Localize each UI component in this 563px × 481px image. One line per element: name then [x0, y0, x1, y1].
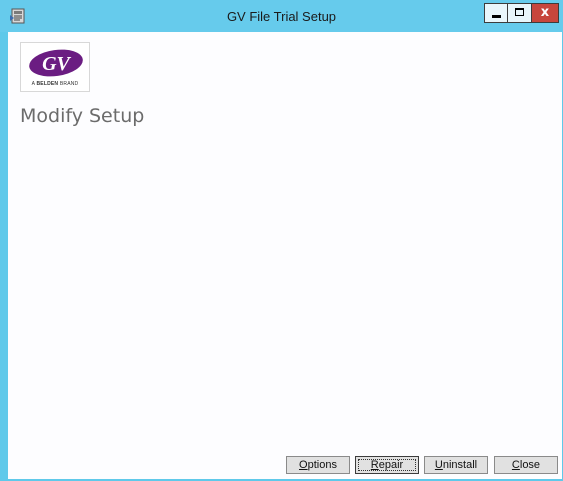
minimize-button[interactable]	[484, 3, 508, 23]
installer-app-icon[interactable]	[9, 7, 27, 25]
options-button[interactable]: Options	[286, 456, 350, 474]
close-window-button[interactable]: x	[531, 3, 559, 23]
maximize-icon	[515, 8, 524, 16]
title-bar[interactable]: GV File Trial Setup x	[0, 0, 563, 32]
gv-logo-mark: GV	[29, 49, 83, 77]
repair-button[interactable]: Repair	[355, 456, 419, 474]
svg-text:GV: GV	[42, 53, 71, 75]
setup-content-area: GV A BELDEN BRAND Modify Setup Options R…	[8, 32, 562, 479]
close-button[interactable]: Close	[494, 456, 558, 474]
uninstall-button[interactable]: Uninstall	[424, 456, 488, 474]
close-icon: x	[540, 5, 550, 20]
window-title: GV File Trial Setup	[226, 9, 337, 24]
minimize-icon	[492, 15, 501, 18]
maximize-button[interactable]	[508, 3, 532, 23]
setup-window: GV File Trial Setup x GV A BELDEN BRAND …	[0, 0, 563, 481]
page-title: Modify Setup	[20, 105, 145, 127]
gv-logo: GV A BELDEN BRAND	[20, 42, 90, 92]
belden-brand-tagline: A BELDEN BRAND	[31, 81, 79, 87]
